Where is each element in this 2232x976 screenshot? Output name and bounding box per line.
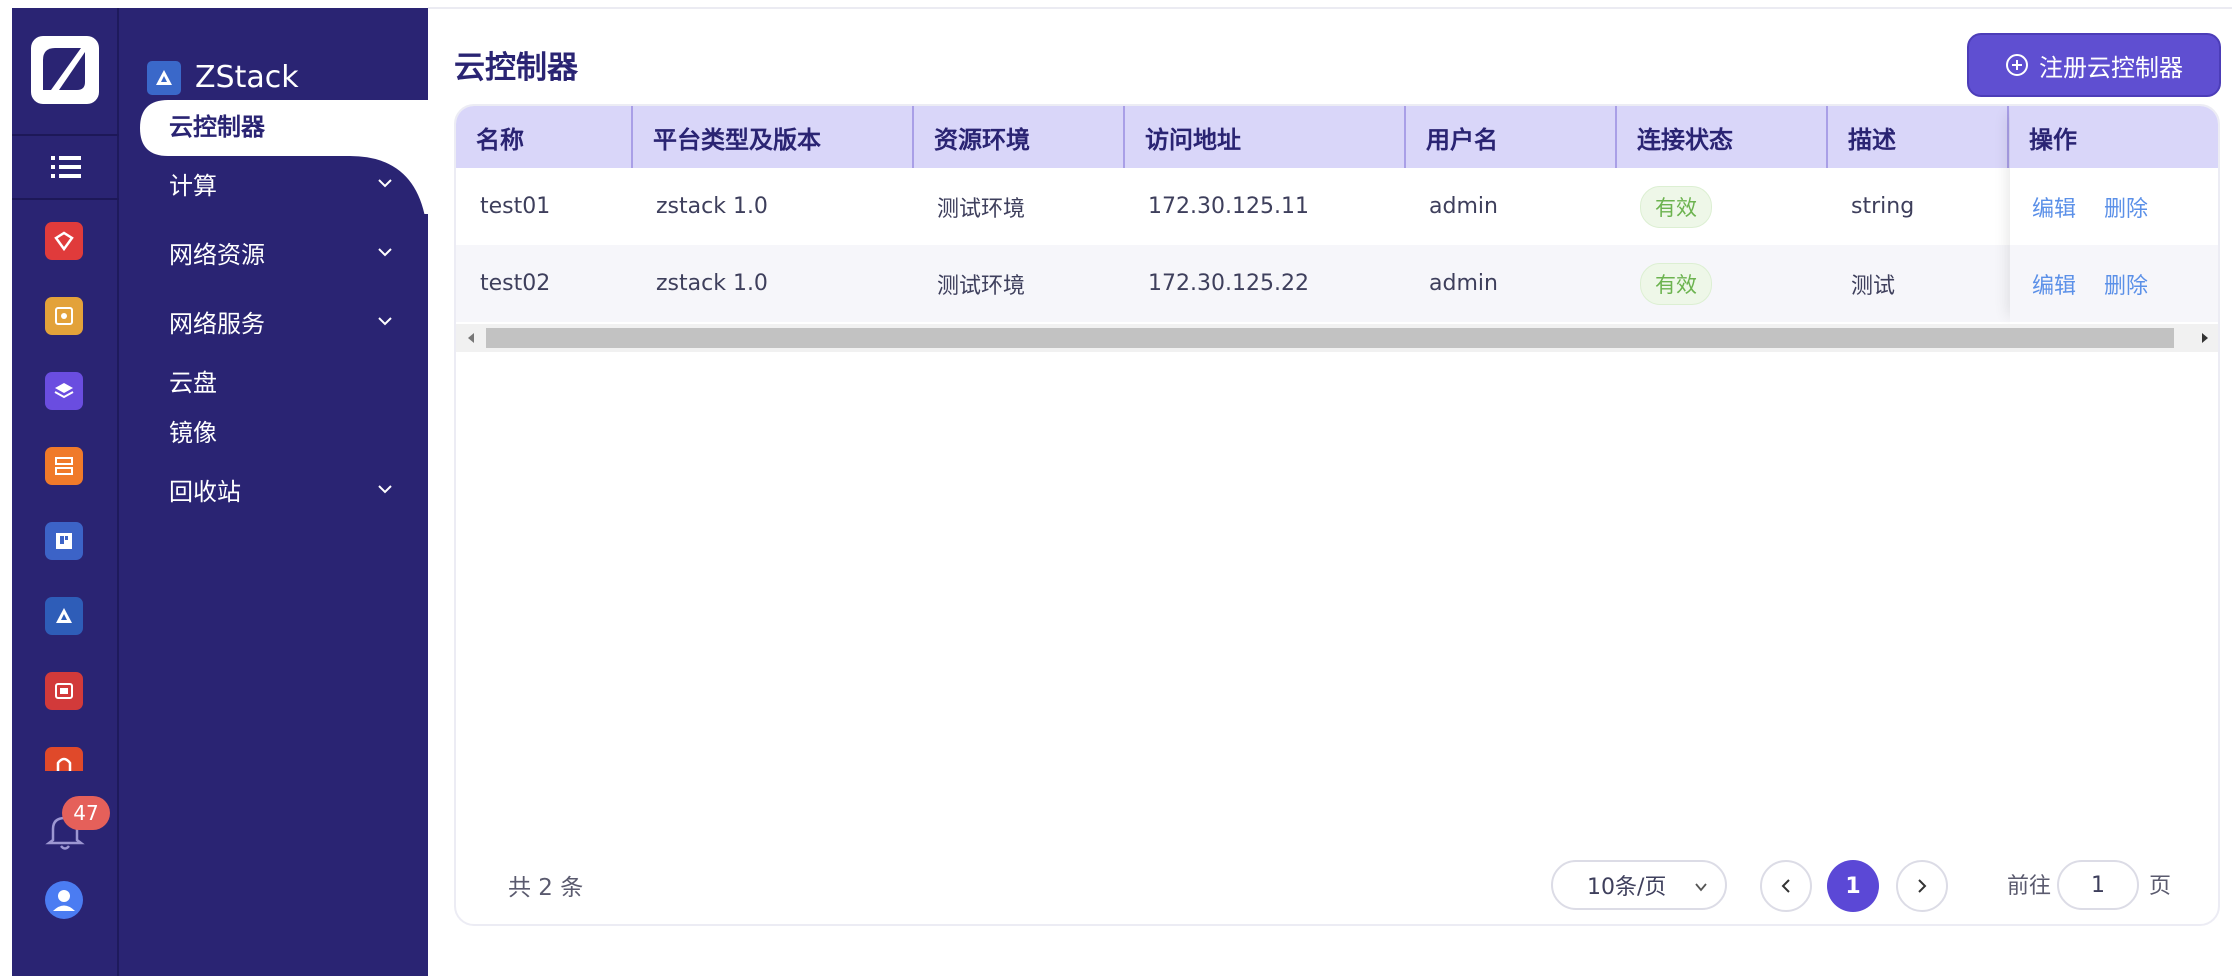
- app-window: 47 ZStack 云控制器 计算 网络资源 网络服务 云盘 镜像 回收站 云控…: [0, 0, 2232, 976]
- horizontal-scrollbar[interactable]: [456, 324, 2218, 352]
- app-purple-icon[interactable]: [45, 372, 83, 410]
- nav-item-compute[interactable]: 计算: [119, 148, 428, 218]
- cell-desc: string: [1851, 194, 1915, 219]
- nav-item-network-resources[interactable]: 网络资源: [119, 217, 428, 287]
- goto-suffix: 页: [2149, 874, 2172, 899]
- nav-item-label: 回收站: [169, 477, 241, 506]
- plus-circle-icon: [2006, 54, 2028, 76]
- column-header[interactable]: 名称: [456, 106, 633, 168]
- scroll-right-icon[interactable]: [2198, 330, 2212, 346]
- app-yellow-icon[interactable]: [45, 297, 83, 335]
- register-button-label: 注册云控制器: [2039, 53, 2183, 82]
- cell-ops: 编辑 删除: [2008, 168, 2218, 245]
- nav-item-recycle-bin[interactable]: 回收站: [119, 454, 428, 524]
- app-orange2-icon[interactable]: [45, 747, 83, 771]
- notification-badge: 47: [62, 796, 110, 830]
- chevron-down-icon: [378, 179, 392, 188]
- column-header[interactable]: 资源环境: [913, 106, 1125, 168]
- prev-page-button[interactable]: [1760, 860, 1812, 912]
- edit-link[interactable]: 编辑: [2032, 274, 2076, 299]
- goto-label: 前往: [2007, 874, 2052, 899]
- cell-user: admin: [1429, 194, 1498, 219]
- app-blue-icon[interactable]: [45, 522, 83, 560]
- scroll-left-icon[interactable]: [464, 330, 478, 346]
- chevron-down-icon: [378, 317, 392, 326]
- scrollbar-thumb[interactable]: [486, 328, 2174, 348]
- chevron-down-icon: [378, 485, 392, 494]
- table-panel: 名称 平台类型及版本 资源环境 访问地址 用户名 连接状态 描述 操作 test…: [454, 104, 2220, 926]
- nav-item-label: 镜像: [169, 418, 217, 447]
- table-header-row: 名称 平台类型及版本 资源环境 访问地址 用户名 连接状态 描述 操作: [456, 106, 2218, 168]
- cell-status: 有效: [1616, 245, 1827, 322]
- cell-platform: zstack 1.0: [656, 194, 768, 219]
- edit-link[interactable]: 编辑: [2032, 197, 2076, 222]
- cell-name: test02: [456, 245, 632, 322]
- nav-item-label: 网络服务: [169, 309, 265, 338]
- nav-sidebar: ZStack 云控制器 计算 网络资源 网络服务 云盘 镜像 回收站: [119, 8, 428, 976]
- table-row[interactable]: test02 zstack 1.0 测试环境 172.30.125.22 adm…: [456, 245, 2218, 322]
- page-size-select[interactable]: 10条/页: [1551, 860, 1727, 910]
- rail-divider: [12, 198, 119, 200]
- chevron-down-icon: [378, 248, 392, 257]
- goto-page-input[interactable]: [2057, 860, 2139, 910]
- nav-item-label: 云盘: [169, 368, 217, 397]
- menu-list-icon[interactable]: [12, 136, 119, 198]
- cell-platform: zstack 1.0: [632, 245, 913, 322]
- cell-env: 测试环境: [937, 196, 1026, 222]
- app-zstack-icon[interactable]: [45, 597, 83, 635]
- nav-item-label: 网络资源: [169, 240, 265, 269]
- column-header[interactable]: 平台类型及版本: [632, 106, 914, 168]
- delete-link[interactable]: 删除: [2104, 274, 2148, 299]
- nav-item-label: 计算: [169, 171, 217, 200]
- chevron-left-icon: [1781, 879, 1790, 893]
- status-badge: 有效: [1640, 185, 1712, 228]
- column-header[interactable]: 用户名: [1405, 106, 1617, 168]
- page-size-value: 10条/页: [1587, 875, 1667, 900]
- delete-link[interactable]: 删除: [2104, 197, 2148, 222]
- cell-env: 测试环境: [913, 245, 1124, 322]
- column-header[interactable]: 访问地址: [1124, 106, 1406, 168]
- user-avatar-icon[interactable]: [45, 881, 83, 919]
- cell-address: 172.30.125.22: [1124, 245, 1405, 322]
- next-page-button[interactable]: [1896, 860, 1948, 912]
- app-rail: 47: [12, 8, 119, 976]
- cell-status: 有效: [1616, 168, 1827, 245]
- chevron-right-icon: [1918, 879, 1927, 893]
- column-header[interactable]: 操作: [2008, 106, 2218, 168]
- controller-table: 名称 平台类型及版本 资源环境 访问地址 用户名 连接状态 描述 操作 test…: [456, 106, 2218, 322]
- top-divider: [428, 7, 2232, 9]
- column-header[interactable]: 连接状态: [1616, 106, 1828, 168]
- app-red-icon[interactable]: [45, 222, 83, 260]
- app-darkred-icon[interactable]: [45, 672, 83, 710]
- status-badge: 有效: [1640, 262, 1712, 305]
- table-row[interactable]: test01 zstack 1.0 测试环境 172.30.125.11 adm…: [456, 168, 2218, 245]
- page-number-current[interactable]: 1: [1827, 860, 1879, 912]
- column-header[interactable]: 描述: [1827, 106, 2009, 168]
- cell-user: admin: [1405, 245, 1616, 322]
- page-title: 云控制器: [454, 50, 578, 86]
- cell-address: 172.30.125.11: [1148, 194, 1309, 219]
- cell-desc: 测试: [1827, 245, 2008, 322]
- zstack-cloud-logo[interactable]: [29, 34, 101, 106]
- register-controller-button[interactable]: 注册云控制器: [1967, 33, 2221, 97]
- app-orange-icon[interactable]: [45, 447, 83, 485]
- nav-item-label: 云控制器: [169, 112, 265, 141]
- cell-name: test01: [480, 194, 551, 219]
- cell-ops: 编辑 删除: [2008, 245, 2218, 322]
- chevron-down-icon: [1695, 883, 1707, 892]
- total-count: 共 2 条: [508, 875, 584, 901]
